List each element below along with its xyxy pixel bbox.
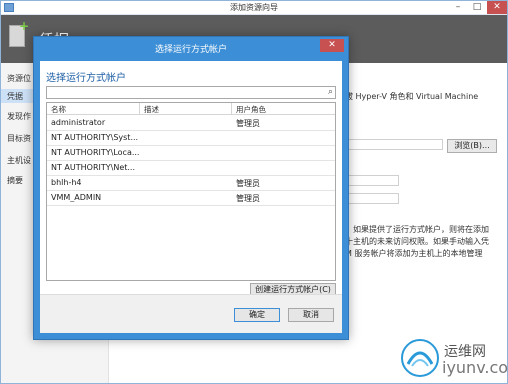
dialog-title: 选择运行方式帐户 bbox=[154, 45, 227, 55]
nav-item-resource-location[interactable]: 资源位 bbox=[7, 73, 31, 84]
table-header: 名称 描述 用户角色 bbox=[47, 103, 335, 115]
search-input[interactable]: ⌕ bbox=[46, 86, 336, 99]
runas-account-field[interactable] bbox=[345, 139, 443, 150]
ok-button[interactable]: 确定 bbox=[234, 308, 280, 322]
minimize-button[interactable]: – bbox=[449, 1, 467, 14]
accounts-table: 名称 描述 用户角色 administrator 管理员 NT AUTHORIT… bbox=[46, 102, 336, 281]
dialog-heading: 选择运行方式帐户 bbox=[46, 73, 126, 84]
wizard-titlebar: 添加资源向导 – □ ✕ bbox=[1, 1, 507, 15]
column-header-user-role[interactable]: 用户角色 bbox=[236, 104, 266, 115]
cell-name: VMM_ADMIN bbox=[51, 193, 102, 202]
nav-item-host-settings[interactable]: 主机设 bbox=[7, 155, 31, 166]
select-runas-account-dialog: 选择运行方式帐户 ✕ 选择运行方式帐户 ⌕ 名称 描述 用户角色 adminis… bbox=[33, 36, 349, 340]
dialog-footer: 确定 取消 bbox=[40, 294, 342, 333]
column-divider[interactable] bbox=[139, 103, 140, 115]
cell-name: NT AUTHORITY\Syst... bbox=[51, 133, 139, 142]
dialog-close-button[interactable]: ✕ bbox=[320, 39, 344, 52]
cell-name: bhlh-h4 bbox=[51, 178, 82, 187]
nav-item-summary[interactable]: 摘要 bbox=[7, 175, 23, 186]
nav-item-discovery[interactable]: 发现作 bbox=[7, 111, 31, 122]
table-row[interactable]: NT AUTHORITY\Net... bbox=[47, 161, 335, 176]
search-icon[interactable]: ⌕ bbox=[328, 87, 333, 98]
cell-name: administrator bbox=[51, 118, 106, 127]
column-header-name[interactable]: 名称 bbox=[51, 104, 66, 115]
cell-user-role: 管理员 bbox=[236, 194, 260, 203]
wizard-title: 添加资源向导 bbox=[230, 3, 278, 12]
column-divider[interactable] bbox=[231, 103, 232, 115]
column-header-description[interactable]: 描述 bbox=[144, 104, 159, 115]
browse-button[interactable]: 浏览(B)... bbox=[447, 139, 497, 153]
dialog-body: 选择运行方式帐户 ⌕ 名称 描述 用户角色 administrator 管理员 … bbox=[40, 61, 342, 333]
table-row[interactable]: NT AUTHORITY\Syst... bbox=[47, 131, 335, 146]
wizard-info-line-3: M 服务帐户将添加为主机上的本地管理 bbox=[345, 249, 483, 258]
cell-name: NT AUTHORITY\Net... bbox=[51, 163, 135, 172]
table-row[interactable]: administrator 管理员 bbox=[47, 116, 335, 131]
cell-user-role: 管理员 bbox=[236, 179, 260, 188]
cancel-button[interactable]: 取消 bbox=[288, 308, 334, 322]
add-icon: + bbox=[19, 19, 30, 33]
watermark-text-en: iyunv.com bbox=[442, 358, 508, 377]
password-field[interactable] bbox=[345, 193, 399, 204]
watermark-logo-icon bbox=[401, 339, 439, 377]
wizard-description: 拔 Hyper-V 角色和 Virtual Machine bbox=[345, 92, 479, 101]
maximize-button[interactable]: □ bbox=[468, 1, 486, 14]
nav-item-credentials[interactable]: 凭据 bbox=[7, 91, 23, 102]
table-row[interactable]: bhlh-h4 管理员 bbox=[47, 176, 335, 191]
wizard-info-line-1: ，如果提供了运行方式帐户，则将在添加 bbox=[345, 225, 489, 234]
wizard-close-button[interactable]: ✕ bbox=[487, 1, 507, 14]
cell-user-role: 管理员 bbox=[236, 119, 260, 128]
watermark: 运维网 iyunv.com bbox=[398, 336, 508, 382]
wizard-info-line-2: 十主机的未来访问权限。如果手动输入凭 bbox=[345, 237, 489, 246]
username-field[interactable] bbox=[345, 175, 399, 186]
cell-name: NT AUTHORITY\Loca... bbox=[51, 148, 139, 157]
table-row[interactable]: VMM_ADMIN 管理员 bbox=[47, 191, 335, 206]
nav-item-target-resources[interactable]: 目标资 bbox=[7, 133, 31, 144]
table-row[interactable]: NT AUTHORITY\Loca... bbox=[47, 146, 335, 161]
